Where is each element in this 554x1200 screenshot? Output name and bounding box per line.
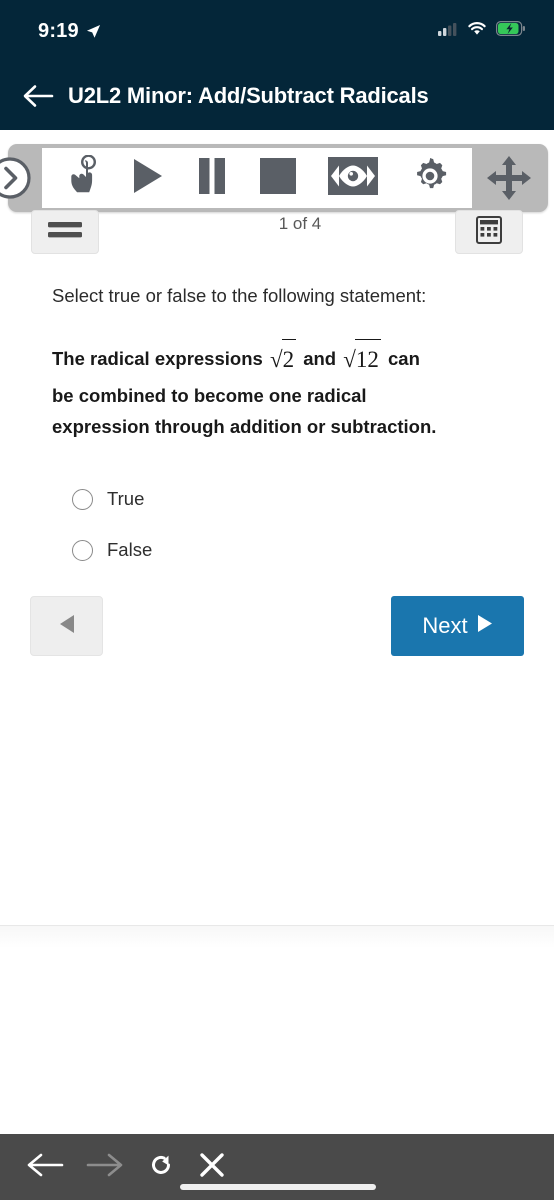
wifi-icon	[467, 21, 487, 41]
pause-icon[interactable]	[197, 157, 227, 200]
choice-label-true: True	[107, 488, 145, 510]
back-arrow-icon[interactable]	[22, 83, 54, 109]
choice-label-false: False	[107, 539, 153, 561]
calculator-icon	[476, 215, 502, 249]
player-toolbar-row2: 1 of 4	[0, 210, 554, 258]
content-divider-shade	[0, 926, 554, 948]
player-toolbar-buttons	[42, 148, 472, 208]
question-statement: The radical expressions √2 and √12 can b…	[0, 338, 492, 443]
triangle-left-icon	[58, 614, 76, 639]
triangle-right-icon	[477, 613, 493, 639]
radio-button-false[interactable]	[72, 539, 93, 561]
radical-expression-1: √2	[270, 338, 297, 380]
app-root: 9:19 U2L2 Minor: Add/Subtract Radicals 1…	[0, 0, 554, 1200]
player-toolbar	[8, 144, 548, 212]
previous-button[interactable]	[30, 596, 103, 656]
hamburger-menu-icon	[48, 221, 82, 244]
calculator-button[interactable]	[455, 210, 523, 254]
choice-false[interactable]: False	[72, 528, 554, 572]
chevron-right-circle-icon[interactable]	[0, 155, 33, 201]
browser-forward-arrow-icon	[86, 1151, 124, 1184]
nav-header: U2L2 Minor: Add/Subtract Radicals	[0, 62, 554, 130]
hamburger-menu-button[interactable]	[31, 210, 99, 254]
page-title: U2L2 Minor: Add/Subtract Radicals	[68, 83, 429, 108]
status-time: 9:19	[38, 19, 79, 42]
closed-caption-eye-icon[interactable]	[328, 156, 379, 200]
move-arrows-icon[interactable]	[478, 148, 540, 208]
close-x-icon[interactable]	[198, 1151, 226, 1184]
location-arrow-icon	[86, 24, 101, 39]
battery-charging-icon	[496, 21, 526, 41]
tap-hand-icon[interactable]	[64, 153, 100, 202]
question-content: Select true or false to the following st…	[0, 284, 554, 579]
next-button[interactable]: Next	[391, 596, 524, 656]
status-bar: 9:19	[0, 0, 554, 62]
status-bar-left: 9:19	[38, 20, 101, 43]
status-bar-right	[438, 21, 526, 41]
statement-lead: The radical expressions	[52, 347, 263, 369]
reload-icon[interactable]	[146, 1150, 176, 1185]
cellular-signal-icon	[438, 22, 458, 41]
home-indicator-bar[interactable]	[180, 1184, 376, 1190]
question-prompt: Select true or false to the following st…	[52, 285, 427, 306]
choice-true[interactable]: True	[72, 477, 554, 521]
radical-expression-2: √12	[343, 338, 381, 380]
player-toolbar-zone: 1 of 4	[0, 130, 554, 258]
browser-back-arrow-icon[interactable]	[26, 1151, 64, 1184]
question-navigation: Next	[0, 596, 554, 658]
stop-icon[interactable]	[259, 157, 297, 200]
statement-conjunction: and	[303, 347, 337, 369]
radicand-1: 2	[281, 338, 297, 380]
radio-button-true[interactable]	[72, 488, 93, 510]
browser-bottom-bar	[0, 1134, 554, 1200]
next-button-label: Next	[422, 613, 468, 638]
settings-gear-icon[interactable]	[410, 156, 450, 201]
play-icon[interactable]	[131, 157, 165, 200]
answer-choices: True False	[0, 477, 554, 572]
radicand-2: 12	[354, 338, 381, 380]
